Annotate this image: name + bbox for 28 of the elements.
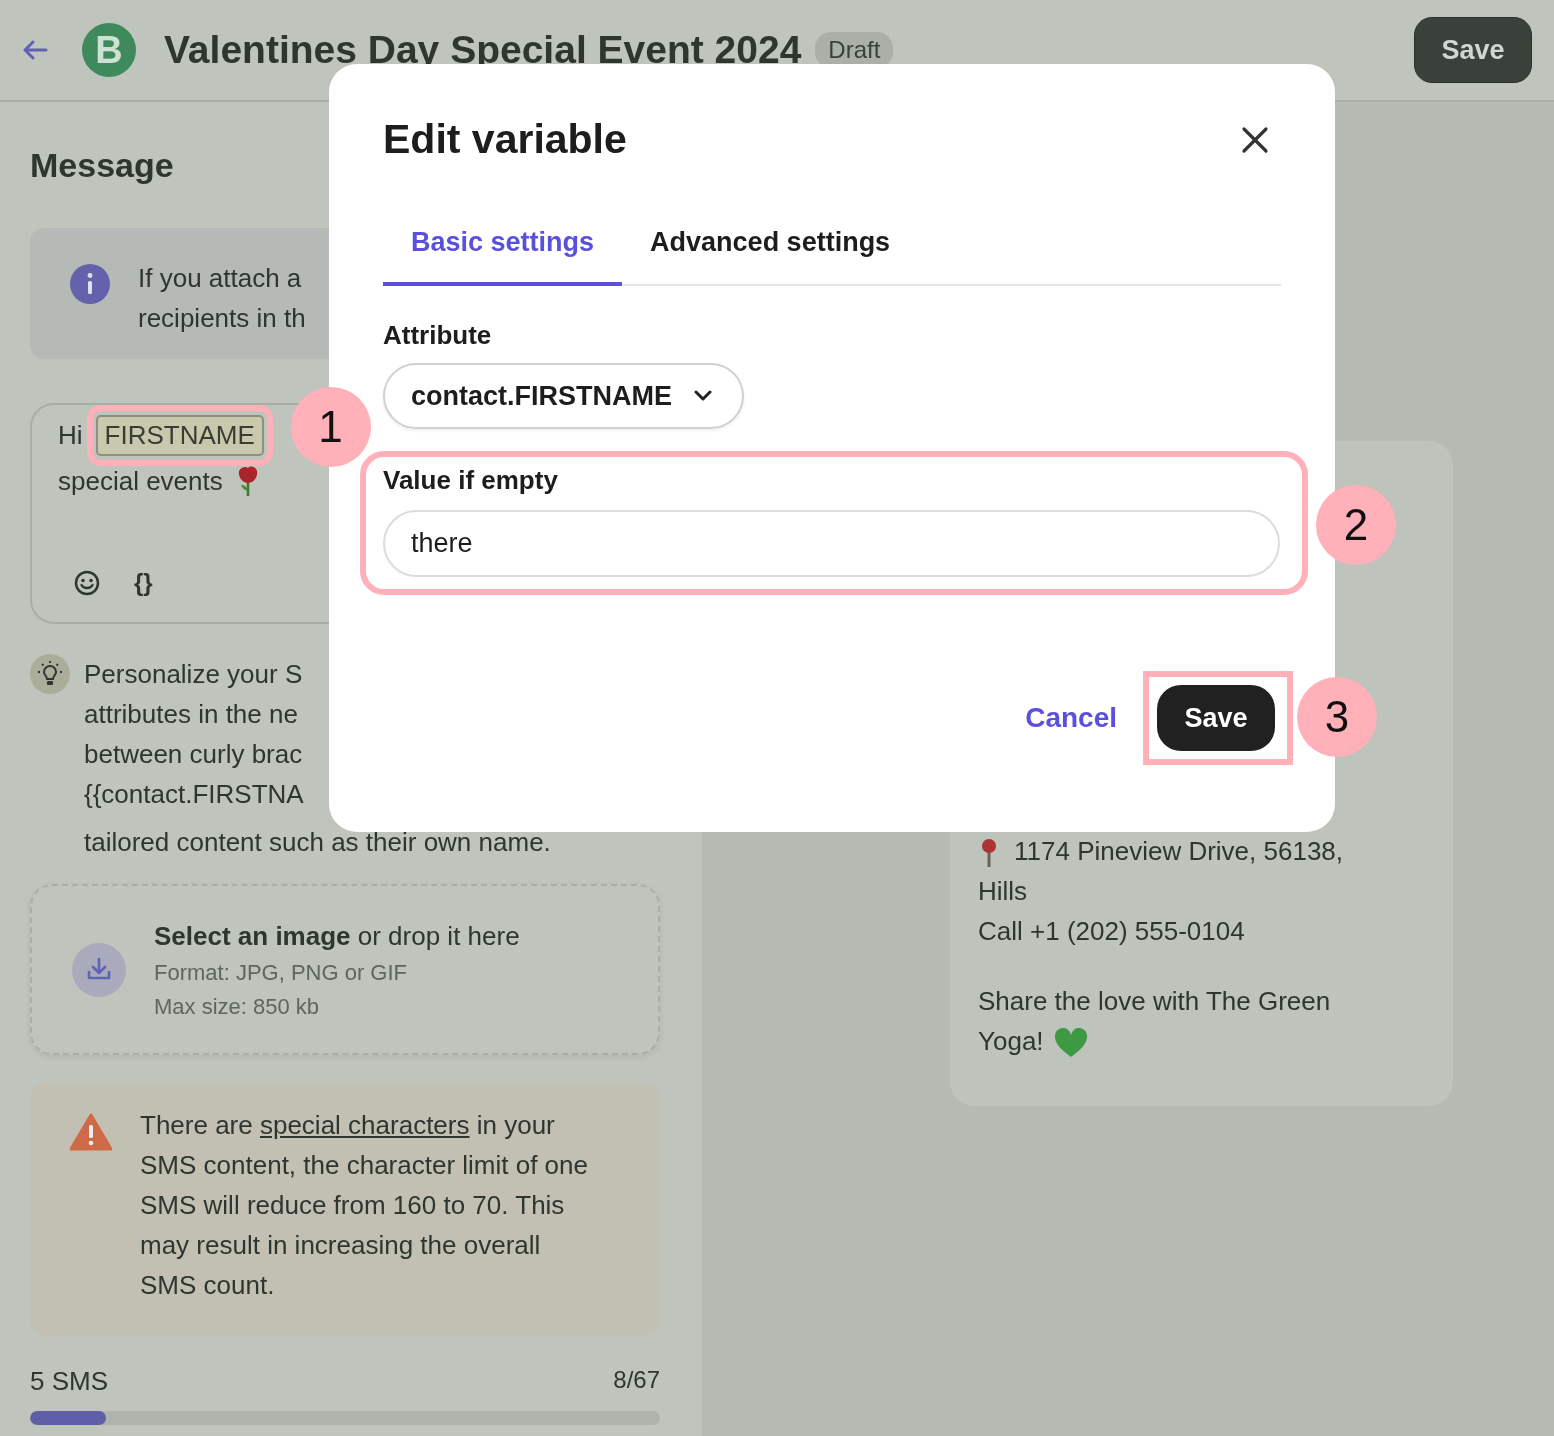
tip-text: attributes in the ne <box>84 698 299 731</box>
preview-text: Hills <box>978 876 1028 906</box>
upload-title: Select an image or drop it here <box>154 919 520 953</box>
message-text: Hi <box>58 419 83 451</box>
field-label: Attribute <box>383 320 493 351</box>
message-text: special events <box>58 465 223 497</box>
preview-text: Yoga! <box>978 1026 1044 1056</box>
preview-text: Share the love with The Green <box>978 986 1331 1016</box>
logo: B <box>82 23 136 77</box>
size-hint: Max size: 850 kb <box>154 992 321 1021</box>
tip-text: between curly brac <box>84 738 304 771</box>
character-count: 8/67 <box>613 1366 660 1395</box>
info-text: recipients in th <box>138 302 306 335</box>
tip-text: Personalize your S <box>84 658 304 691</box>
info-text: If you attach a <box>138 262 303 295</box>
callout-badge: 3 <box>1297 677 1377 757</box>
callout-badge: 1 <box>290 386 371 467</box>
tip-text: tailored content such as their own name. <box>84 826 551 859</box>
preview-text: 1174 Pineview Drive, 56138, <box>1014 836 1344 866</box>
preview-text: Call +1 (202) 555-0104 <box>978 916 1245 946</box>
section-heading: Message <box>30 146 175 186</box>
dialog-title: Edit variable <box>383 116 627 163</box>
format-hint: Format: JPG, PNG or GIF <box>154 958 409 987</box>
callout-badge: 2 <box>1316 485 1396 565</box>
tip-text: {{contact.FIRSTNA <box>84 778 305 811</box>
sms-count: 5 SMS <box>30 1366 109 1397</box>
field-label: Value if empty <box>383 465 559 496</box>
warning-text: There are special characters in your SMS content, the character limit of one SMS will reduce from 160 to 70. This may result in increasing the overall SMS count. <box>140 1109 589 1302</box>
